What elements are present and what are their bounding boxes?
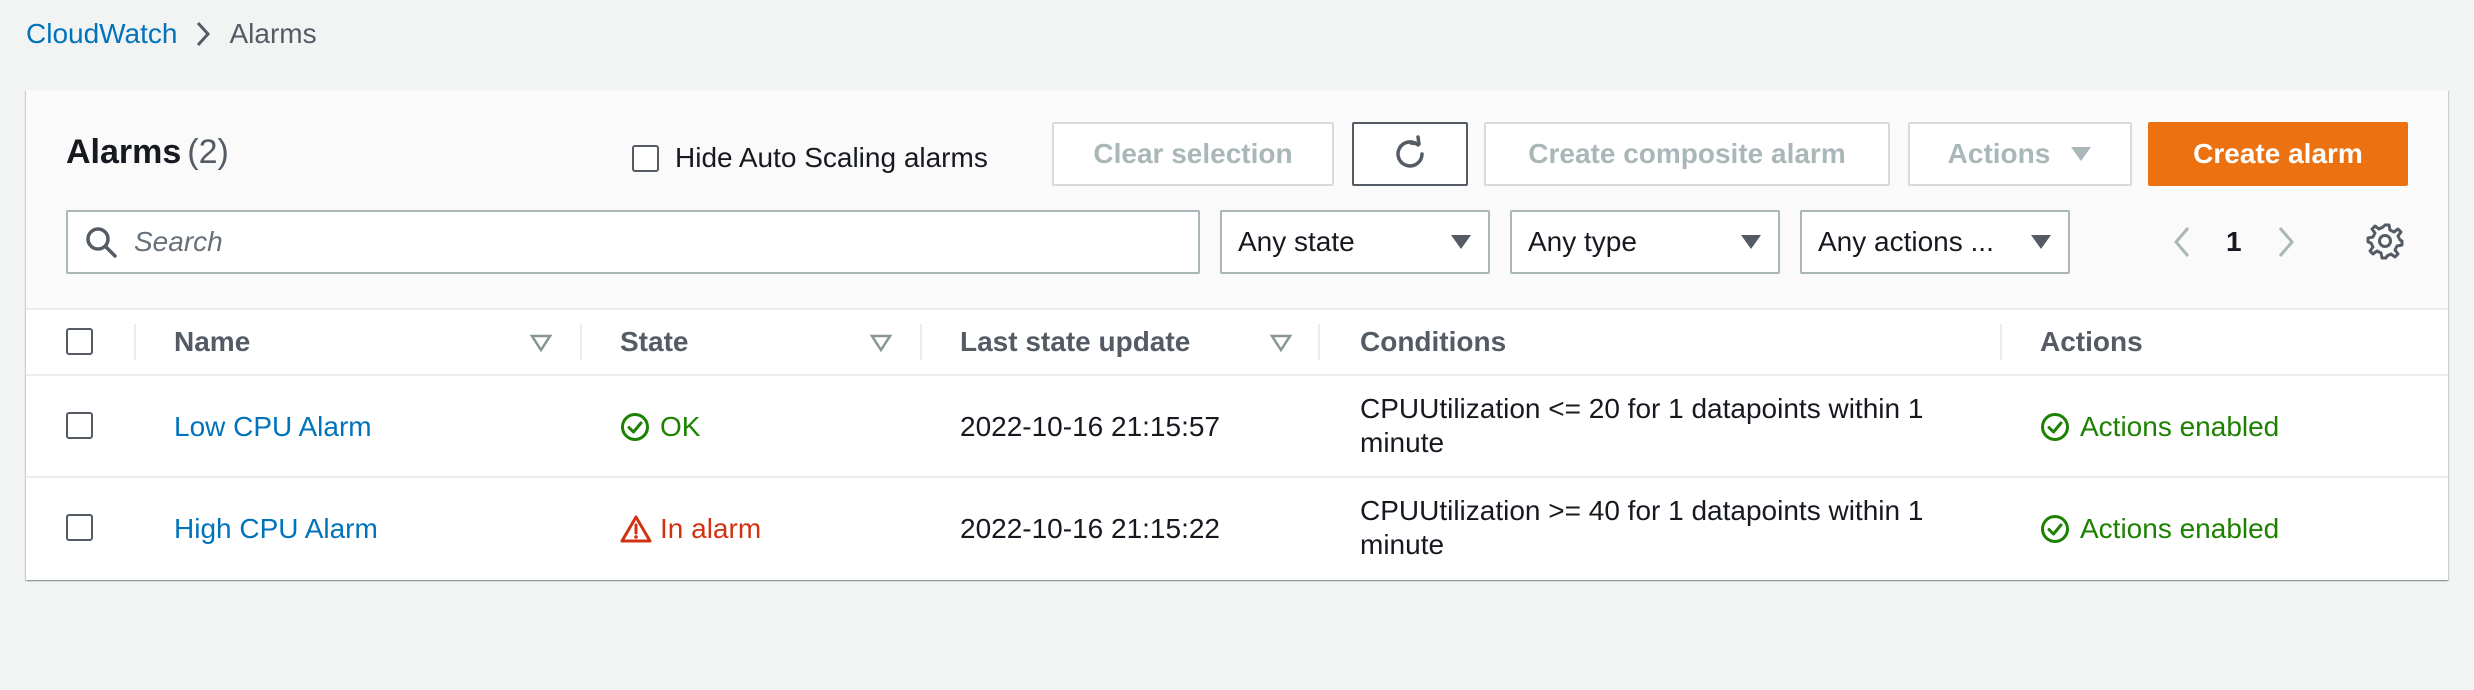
actions-cell: Actions enabled	[2040, 410, 2279, 444]
state-filter-select[interactable]: Any state	[1220, 210, 1490, 274]
column-header-state[interactable]: State	[620, 310, 688, 374]
state-filter-value: Any state	[1238, 226, 1355, 257]
actions-cell: Actions enabled	[2040, 512, 2279, 546]
actions-filter-value: Any actions ...	[1818, 226, 1994, 257]
column-divider	[1318, 324, 1320, 360]
caret-down-icon	[1740, 234, 1762, 250]
state-text: In alarm	[660, 513, 762, 544]
last-update-cell: 2022-10-16 21:15:22	[960, 513, 1220, 544]
column-header-conditions: Conditions	[1360, 326, 1507, 357]
row-checkbox[interactable]	[66, 412, 93, 439]
column-header-last-state-update[interactable]: Last state update	[960, 310, 1190, 374]
actions-dropdown-label: Actions	[1947, 138, 2051, 169]
status-ok-icon	[620, 412, 650, 442]
alarm-name-link[interactable]: High CPU Alarm	[174, 512, 378, 546]
actions-status-text: Actions enabled	[2080, 411, 2280, 442]
status-ok-icon	[2040, 514, 2070, 544]
search-icon	[84, 225, 118, 259]
refresh-icon	[1391, 135, 1429, 173]
column-divider	[920, 324, 922, 360]
state-text: OK	[660, 411, 701, 442]
type-filter-select[interactable]: Any type	[1510, 210, 1780, 274]
page-number[interactable]: 1	[2226, 226, 2242, 258]
chevron-right-icon[interactable]	[2276, 225, 2296, 259]
hide-autoscaling-checkbox[interactable]	[632, 144, 659, 172]
page-title: Alarms (2)	[66, 130, 229, 174]
actions-dropdown-button[interactable]: Actions	[1908, 122, 2132, 186]
conditions-cell: CPUUtilization <= 20 for 1 datapoints wi…	[1360, 393, 1924, 458]
settings-gear-icon[interactable]	[2366, 222, 2404, 265]
column-divider	[2000, 324, 2002, 360]
search-field[interactable]	[66, 210, 1200, 274]
create-alarm-button[interactable]: Create alarm	[2148, 122, 2408, 186]
alarm-name-link[interactable]: Low CPU Alarm	[174, 410, 372, 444]
chevron-right-icon	[195, 21, 211, 47]
table-row: High CPU Alarm In alarm 2022-10-16 21:15…	[26, 476, 2448, 578]
breadcrumb: CloudWatch Alarms	[26, 16, 317, 52]
column-header-name[interactable]: Name	[174, 310, 250, 374]
refresh-button[interactable]	[1352, 122, 1468, 186]
conditions-cell: CPUUtilization >= 40 for 1 datapoints wi…	[1360, 495, 1924, 560]
sort-triangle-icon[interactable]	[869, 334, 893, 357]
chevron-left-icon[interactable]	[2172, 225, 2192, 259]
alarms-panel: Alarms (2) Hide Auto Scaling alarms Clear…	[26, 90, 2448, 580]
actions-status-text: Actions enabled	[2080, 513, 2280, 544]
breadcrumb-cloudwatch-link[interactable]: CloudWatch	[26, 16, 177, 52]
state-cell: In alarm	[620, 512, 761, 546]
last-update-cell: 2022-10-16 21:15:57	[960, 411, 1220, 442]
warning-triangle-icon	[620, 514, 652, 544]
title-text: Alarms	[66, 133, 182, 171]
breadcrumb-current: Alarms	[229, 18, 317, 49]
clear-selection-button[interactable]: Clear selection	[1052, 122, 1334, 186]
search-input[interactable]	[134, 226, 1134, 258]
sort-triangle-icon[interactable]	[1269, 334, 1293, 357]
column-divider	[580, 324, 582, 360]
create-composite-alarm-button[interactable]: Create composite alarm	[1484, 122, 1890, 186]
panel-header: Alarms (2) Hide Auto Scaling alarms Clear…	[26, 90, 2448, 310]
select-all-checkbox[interactable]	[66, 328, 93, 355]
actions-filter-select[interactable]: Any actions ...	[1800, 210, 2070, 274]
row-checkbox[interactable]	[66, 514, 93, 541]
state-cell: OK	[620, 410, 700, 444]
alarm-count: (2)	[187, 133, 229, 171]
caret-down-icon	[2030, 234, 2052, 250]
caret-down-icon	[2070, 146, 2092, 162]
caret-down-icon	[1450, 234, 1472, 250]
type-filter-value: Any type	[1528, 226, 1637, 257]
hide-autoscaling-label: Hide Auto Scaling alarms	[675, 142, 988, 173]
sort-triangle-icon[interactable]	[529, 334, 553, 357]
column-divider	[134, 324, 136, 360]
column-header-actions: Actions	[2040, 326, 2143, 357]
pagination: 1	[2172, 210, 2296, 274]
table-row: Low CPU Alarm OK 2022-10-16 21:15:57 CPU…	[26, 374, 2448, 476]
hide-autoscaling-toggle[interactable]: Hide Auto Scaling alarms	[632, 140, 988, 176]
status-ok-icon	[2040, 412, 2070, 442]
